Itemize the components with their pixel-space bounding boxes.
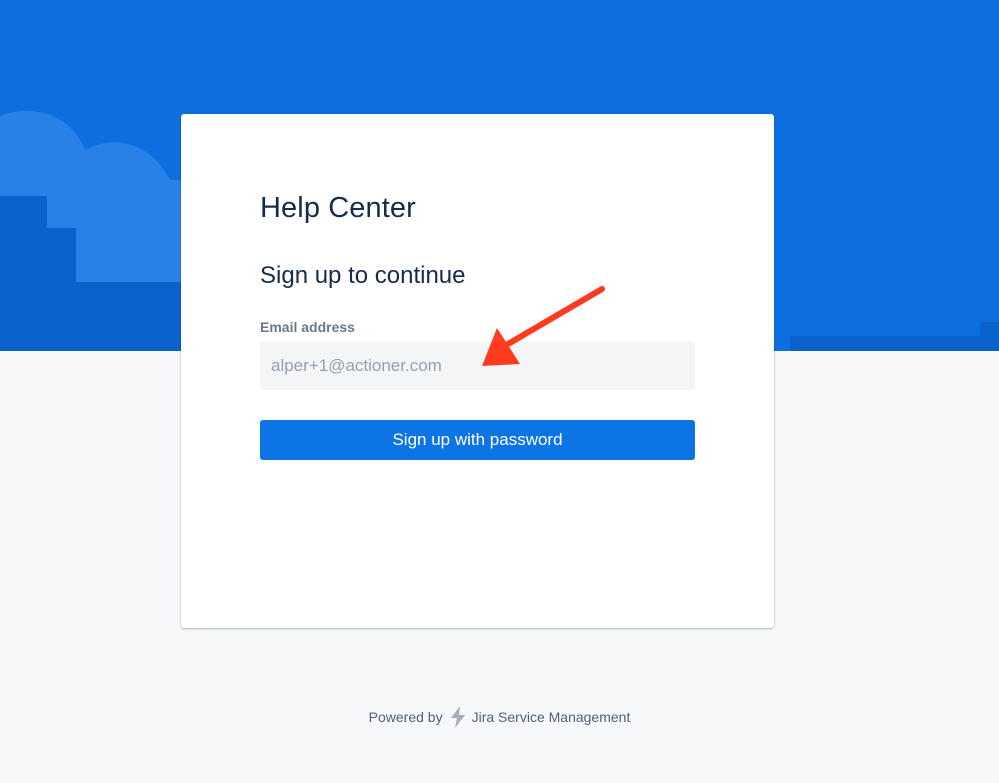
- signup-heading: Sign up to continue: [260, 262, 466, 289]
- signup-with-password-button[interactable]: Sign up with password: [260, 420, 695, 460]
- portal-title: Help Center: [260, 192, 416, 224]
- footer: Powered by Jira Service Management: [0, 704, 999, 730]
- red-arrow-icon: [482, 286, 605, 366]
- page: Help Center Sign up to continue Email ad…: [0, 0, 999, 783]
- lightning-bolt-icon: [450, 706, 465, 728]
- product-name: Jira Service Management: [471, 709, 631, 725]
- powered-by-text: Powered by: [368, 709, 443, 725]
- email-label: Email address: [260, 319, 355, 335]
